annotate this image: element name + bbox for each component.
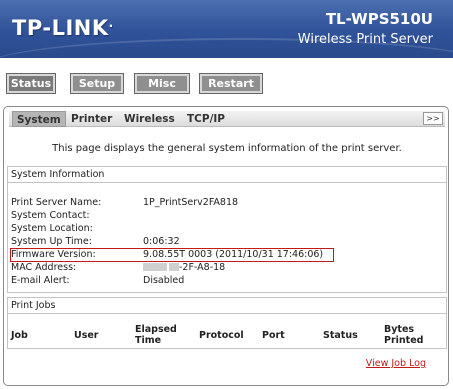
- model-name: TL-WPS510U: [325, 10, 433, 28]
- column-elapsed-line1: Elapsed: [135, 324, 177, 335]
- tab-tcpip[interactable]: TCP/IP: [187, 111, 225, 127]
- info-value: 9.08.55T 0003 (2011/10/31 17:46:06): [143, 249, 324, 260]
- header-banner: TP-LINK. TL-WPS510U Wireless Print Serve…: [0, 0, 453, 58]
- brand-logo: TP-LINK.: [12, 16, 114, 40]
- info-row-mac: MAC Address: -2F-A8-18: [11, 262, 441, 274]
- restart-button[interactable]: Restart: [199, 73, 263, 94]
- print-jobs-section: Print Jobs Job User Elapsed Time Protoco…: [7, 297, 447, 349]
- column-bytes-line2: Printed: [384, 335, 424, 346]
- info-label: System Up Time:: [11, 236, 92, 247]
- info-value: 0:06:32: [143, 236, 180, 247]
- column-status: Status: [323, 330, 358, 341]
- column-port: Port: [262, 330, 285, 341]
- tab-wireless[interactable]: Wireless: [124, 111, 175, 127]
- info-label: E-mail Alert:: [11, 275, 70, 286]
- column-bytes-line1: Bytes: [384, 324, 415, 335]
- page-description: This page displays the general system in…: [52, 143, 402, 154]
- main-panel: System Printer Wireless TCP/IP >> This p…: [3, 106, 449, 386]
- info-row-location: System Location:: [11, 223, 441, 235]
- tab-printer[interactable]: Printer: [71, 111, 112, 127]
- info-row-server-name: Print Server Name: 1P_PrintServ2FA818: [11, 197, 441, 209]
- info-label: MAC Address:: [11, 262, 77, 273]
- more-tabs-button[interactable]: >>: [423, 112, 443, 125]
- info-value: Disabled: [143, 275, 185, 286]
- tab-bar: System Printer Wireless TCP/IP >>: [9, 111, 445, 127]
- status-button[interactable]: Status: [6, 73, 56, 94]
- misc-button[interactable]: Misc: [134, 73, 190, 94]
- system-information-section: System Information Print Server Name: 1P…: [7, 166, 447, 293]
- column-elapsed-line2: Time: [135, 335, 162, 346]
- column-user: User: [74, 330, 99, 341]
- section-title: System Information: [8, 167, 446, 183]
- redacted-block: [143, 263, 167, 271]
- view-job-log-link[interactable]: View Job Log: [366, 358, 426, 369]
- tab-system[interactable]: System: [12, 111, 66, 127]
- setup-button[interactable]: Setup: [70, 73, 124, 94]
- info-row-uptime: System Up Time: 0:06:32: [11, 236, 441, 248]
- column-job: Job: [11, 330, 28, 341]
- info-value: 1P_PrintServ2FA818: [143, 197, 239, 208]
- info-row-contact: System Contact:: [11, 210, 441, 222]
- redacted-block: [169, 263, 179, 271]
- info-row-firmware: Firmware Version: 9.08.55T 0003 (2011/10…: [11, 249, 441, 261]
- info-label: Print Server Name:: [11, 197, 102, 208]
- info-row-email-alert: E-mail Alert: Disabled: [11, 275, 441, 287]
- column-protocol: Protocol: [199, 330, 244, 341]
- section-title: Print Jobs: [8, 298, 446, 314]
- info-value: -2F-A8-18: [143, 262, 225, 274]
- column-bytes-printed: Bytes Printed: [384, 324, 423, 346]
- mac-suffix: -2F-A8-18: [179, 262, 226, 273]
- info-label: System Location:: [11, 223, 93, 234]
- info-label: System Contact:: [11, 210, 90, 221]
- product-subtitle: Wireless Print Server: [297, 32, 433, 47]
- info-label: Firmware Version:: [11, 249, 96, 260]
- column-elapsed-time: Elapsed Time: [135, 324, 177, 346]
